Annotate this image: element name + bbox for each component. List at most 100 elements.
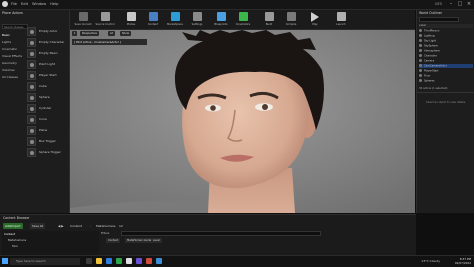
perspective-button[interactable]: Perspective (80, 31, 100, 36)
category-cinematic[interactable]: Cinematic (2, 47, 17, 51)
folder-taro[interactable]: Taro (12, 244, 18, 248)
actor-item[interactable]: Cylinder (27, 103, 67, 114)
show-button[interactable]: Show (120, 31, 131, 36)
actor-item[interactable]: Sphere Trigger (27, 147, 67, 158)
visibility-eye-icon[interactable] (419, 64, 422, 67)
outliner-column-label[interactable]: Label (419, 24, 473, 28)
compile-icon (287, 12, 296, 21)
category-geometry[interactable]: Geometry (2, 61, 17, 65)
right-iris (262, 104, 268, 110)
viewport-render (70, 30, 415, 213)
visibility-eye-icon[interactable] (419, 69, 422, 72)
outliner-row[interactable]: Lighting (419, 34, 473, 38)
outliner-row[interactable]: PlayerStart (419, 69, 473, 73)
nav-back-icon[interactable]: ◀ ▶ (58, 224, 64, 228)
chrome-icon[interactable] (116, 258, 122, 264)
play-button[interactable]: Play (306, 11, 324, 28)
category-visual-effects[interactable]: Visual Effects (2, 54, 22, 58)
launch-button[interactable]: Launch (332, 11, 350, 28)
visibility-eye-icon[interactable] (419, 79, 422, 82)
visibility-eye-icon[interactable] (419, 74, 422, 77)
edge-icon[interactable] (106, 258, 112, 264)
modes-button[interactable]: Modes (122, 11, 140, 28)
minimize-icon[interactable]: – (448, 1, 454, 7)
compile-button[interactable]: Compile (282, 11, 300, 28)
actor-item[interactable]: Empty Character (27, 37, 67, 48)
place-actors-tab[interactable]: Place Actors (2, 11, 23, 15)
actor-item[interactable]: Empty Actor (27, 26, 67, 37)
breadcrumb-folder[interactable]: 12 (119, 224, 123, 228)
blueprints-button[interactable]: Blueprints (212, 11, 230, 28)
asset-chip[interactable]: Content (106, 238, 121, 243)
save-all-button[interactable]: Save All (30, 223, 46, 229)
save-current-button[interactable]: Save Current (74, 11, 92, 28)
app-icon[interactable] (136, 258, 142, 264)
actor-item[interactable]: Player Start (27, 70, 67, 81)
maximize-icon[interactable]: □ (457, 1, 463, 7)
taskbar-clock[interactable]: 8:37 PM 02/07/2022 (443, 257, 471, 265)
menu-edit[interactable]: Edit (21, 2, 28, 6)
actor-item[interactable]: Cone (27, 114, 67, 125)
content-button[interactable]: Content (144, 11, 162, 28)
windows-start-icon[interactable] (2, 258, 8, 264)
close-icon[interactable]: × (466, 1, 472, 7)
category-volumes[interactable]: Volumes (2, 68, 15, 72)
actor-item[interactable]: Empty Pawn (27, 48, 67, 59)
settings-button[interactable]: Settings (188, 11, 206, 28)
breadcrumb-content[interactable]: Content (70, 224, 82, 228)
visibility-eye-icon[interactable] (419, 39, 422, 42)
actor-item[interactable]: Sphere (27, 92, 67, 103)
category-lights[interactable]: Lights (2, 40, 11, 44)
menu-help[interactable]: Help (50, 2, 58, 6)
add-import-button[interactable]: Add/Import (3, 223, 23, 229)
outliner-row[interactable]: SkySphere (419, 44, 473, 48)
visibility-eye-icon[interactable] (419, 29, 422, 32)
class-search-input[interactable]: Search Classes (2, 24, 28, 29)
cinematics-button[interactable]: Cinematics (234, 11, 252, 28)
lit-button[interactable]: Lit (108, 31, 116, 36)
folder-content[interactable]: Content (4, 232, 15, 236)
task-view-icon[interactable] (86, 258, 92, 264)
content-search-input[interactable] (121, 231, 321, 236)
taskbar-search-input[interactable]: Type here to search (10, 258, 80, 265)
visibility-eye-icon[interactable] (419, 59, 422, 62)
visibility-eye-icon[interactable] (419, 49, 422, 52)
outliner-row[interactable]: Sky Light (419, 39, 473, 43)
visibility-eye-icon[interactable] (419, 54, 422, 57)
filters-button[interactable]: Filters (101, 231, 109, 235)
outliner-row[interactable]: ThirdPerson (419, 29, 473, 33)
folder-metahumans[interactable]: Metahumans (8, 238, 26, 242)
viewport-options-button[interactable]: ▾ (72, 31, 78, 36)
file-explorer-icon[interactable] (96, 258, 102, 264)
content-icon (149, 12, 158, 21)
category-all-classes[interactable]: All Classes (2, 75, 18, 79)
level-viewport[interactable]: ▾ Perspective Lit Show [ Pilot Active - … (70, 30, 415, 213)
actor-item[interactable]: Cube (27, 81, 67, 92)
content-browser-tab[interactable]: Content Browser (3, 216, 30, 220)
outliner-row[interactable]: Camera (419, 59, 473, 63)
visibility-eye-icon[interactable] (419, 34, 422, 37)
outliner-row[interactable]: Spheres (419, 79, 473, 83)
app-icon[interactable] (146, 258, 152, 264)
outliner-row[interactable]: Character (419, 54, 473, 58)
outliner-row[interactable]: Floor (419, 74, 473, 78)
actor-item[interactable]: Point Light (27, 59, 67, 70)
actor-item[interactable]: Box Trigger (27, 136, 67, 147)
build-button[interactable]: Build (260, 11, 278, 28)
asset-chip[interactable]: MetaHuman Guide (125, 238, 154, 243)
source-control-button[interactable]: Source Control (95, 11, 115, 28)
outliner-row[interactable]: Atmosphere (419, 49, 473, 53)
category-basic[interactable]: Basic (2, 33, 10, 37)
menu-file[interactable]: File (11, 2, 17, 6)
panel-divider[interactable] (417, 92, 474, 93)
app-icon[interactable] (156, 258, 162, 264)
unreal-taskbar-icon[interactable] (126, 258, 132, 264)
asset-chip[interactable]: Level (151, 238, 162, 243)
outliner-row-selected[interactable]: CineCameraActor (419, 64, 473, 68)
marketplace-button[interactable]: Marketplace (166, 11, 184, 28)
menu-window[interactable]: Window (32, 2, 46, 6)
actor-item[interactable]: Plane (27, 125, 67, 136)
weather-widget[interactable]: 13°C Cloudy (421, 259, 440, 263)
outliner-search-input[interactable] (419, 17, 459, 22)
visibility-eye-icon[interactable] (419, 44, 422, 47)
